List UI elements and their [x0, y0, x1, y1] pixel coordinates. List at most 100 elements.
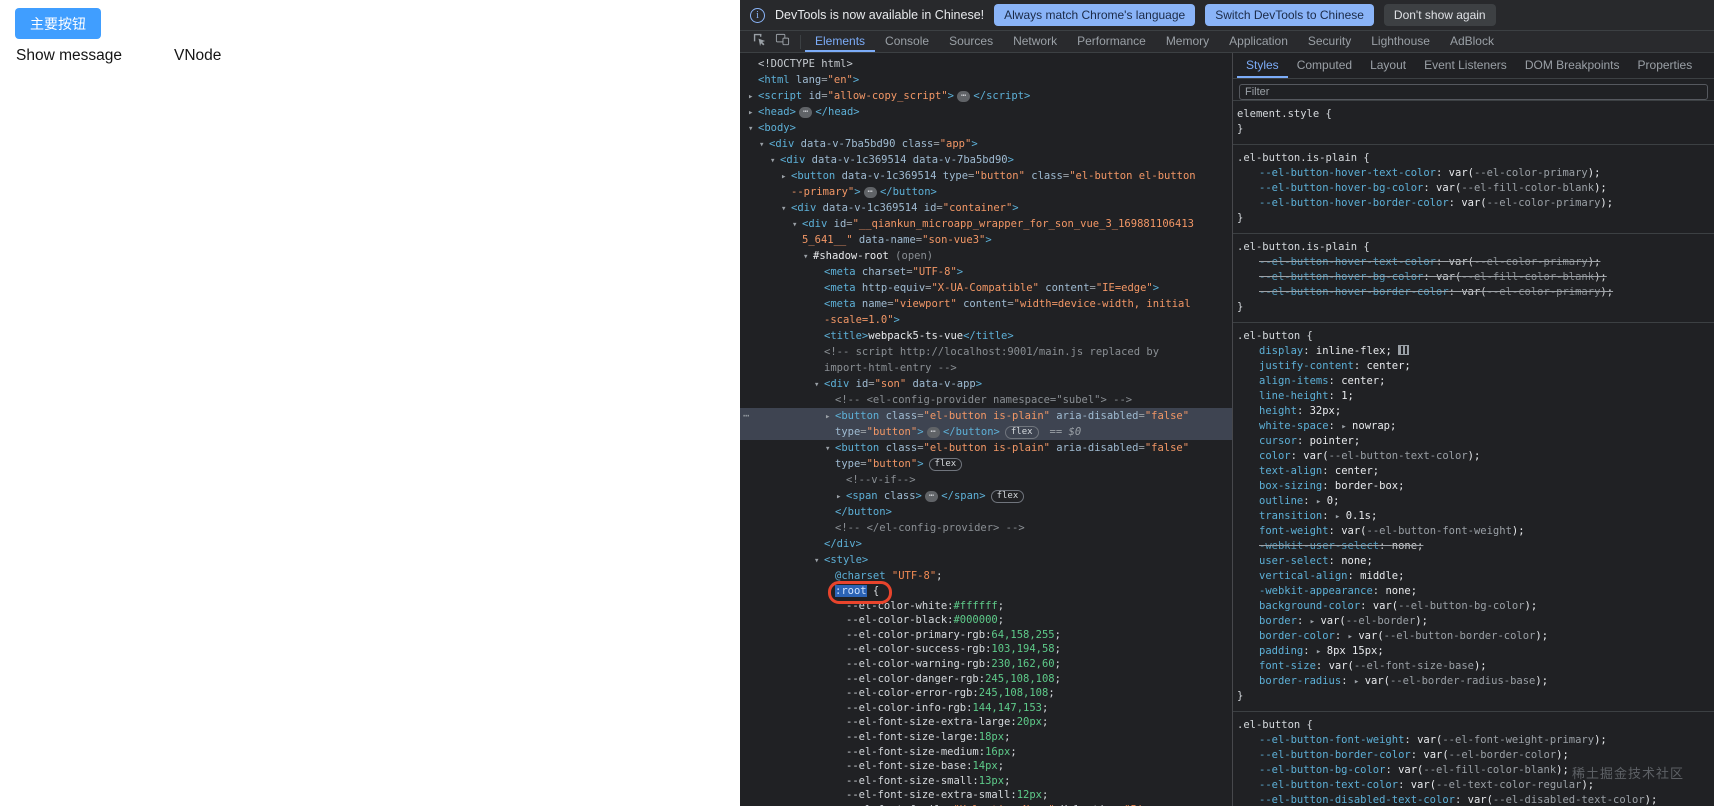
css-property[interactable]: line-height: 1; — [1233, 389, 1714, 404]
dom-tree-node[interactable]: --el-font-size-extra-small:12px; — [740, 788, 1232, 803]
dom-tree-node[interactable]: <!--v-if--> — [740, 472, 1232, 488]
rule-selector[interactable]: element.style { — [1233, 107, 1714, 122]
sidebar-tab-event-listeners[interactable]: Event Listeners — [1415, 53, 1516, 78]
expand-ellipsis-icon[interactable]: ⋯ — [957, 91, 971, 102]
css-property[interactable]: --el-button-hover-border-color: var(--el… — [1233, 196, 1714, 211]
rule-selector[interactable]: .el-button { — [1233, 329, 1714, 344]
css-property[interactable]: --el-button-disabled-text-color: var(--e… — [1233, 793, 1714, 806]
dom-tree-node[interactable]: ▾ <body> — [740, 120, 1232, 136]
expand-arrow-icon[interactable]: ▸ — [1354, 677, 1365, 687]
expand-ellipsis-icon[interactable]: ⋯ — [924, 491, 939, 502]
twisty-arrow-icon[interactable]: ▸ — [781, 169, 791, 185]
flex-badge[interactable]: flex — [928, 458, 963, 471]
show-message-button[interactable]: Show message — [16, 47, 122, 65]
sidebar-tab-computed[interactable]: Computed — [1288, 53, 1361, 78]
css-property[interactable]: vertical-align: middle; — [1233, 569, 1714, 584]
css-property[interactable]: --el-button-border-color: var(--el-borde… — [1233, 748, 1714, 763]
tab-lighthouse[interactable]: Lighthouse — [1361, 31, 1440, 52]
tab-adblock[interactable]: AdBlock — [1440, 31, 1504, 52]
dom-tree-node[interactable]: </div> — [740, 536, 1232, 552]
css-property[interactable]: text-align: center; — [1233, 464, 1714, 479]
twisty-arrow-icon[interactable]: ▾ — [770, 153, 780, 169]
twisty-arrow-icon[interactable]: ▾ — [814, 553, 824, 569]
css-property[interactable]: padding: ▸ 8px 15px; — [1233, 644, 1714, 659]
dom-tree-node[interactable]: ▾ <button class="el-button is-plain" aria… — [740, 440, 1232, 456]
dom-tree-node[interactable]: <meta charset="UTF-8"> — [740, 264, 1232, 280]
dom-tree-node[interactable]: --el-color-error-rgb:245,108,108; — [740, 686, 1232, 701]
css-property[interactable]: --el-button-hover-text-color: var(--el-c… — [1233, 255, 1714, 270]
dom-tree-node[interactable]: --el-color-danger-rgb:245,108,108; — [740, 672, 1232, 687]
dom-tree-node[interactable]: --el-color-primary-rgb:64,158,255; — [740, 628, 1232, 643]
twisty-arrow-icon[interactable]: ▾ — [825, 441, 835, 457]
dom-tree-node[interactable]: <meta http-equiv="X-UA-Compatible" conte… — [740, 280, 1232, 296]
dom-tree-node[interactable]: --el-color-success-rgb:103,194,58; — [740, 642, 1232, 657]
expand-arrow-icon[interactable]: ▸ — [1316, 497, 1327, 507]
more-actions-icon[interactable]: ⋯ — [743, 408, 749, 424]
dom-tree-node[interactable]: --el-font-size-large:18px; — [740, 730, 1232, 745]
twisty-arrow-icon[interactable]: ▾ — [803, 249, 813, 265]
css-property[interactable]: transition: ▸ 0.1s; — [1233, 509, 1714, 524]
dom-tree-node[interactable]: ▾ <div data-v-1c369514 id="container"> — [740, 200, 1232, 216]
dom-tree-node[interactable]: --el-font-size-base:14px; — [740, 759, 1232, 774]
expand-arrow-icon[interactable]: ▸ — [1341, 422, 1352, 432]
expand-arrow-icon[interactable]: ▸ — [1316, 647, 1327, 657]
css-property[interactable]: box-sizing: border-box; — [1233, 479, 1714, 494]
dom-tree-node[interactable]: --el-font-size-small:13px; — [740, 774, 1232, 789]
css-property[interactable]: outline: ▸ 0; — [1233, 494, 1714, 509]
inspect-element-icon[interactable] — [752, 32, 767, 52]
twisty-arrow-icon[interactable]: ▾ — [814, 377, 824, 393]
switch-devtools-chinese-button[interactable]: Switch DevTools to Chinese — [1205, 4, 1374, 26]
dom-tree-node[interactable]: type="button"> flex — [740, 456, 1232, 472]
css-property[interactable]: font-size: var(--el-font-size-base); — [1233, 659, 1714, 674]
tab-sources[interactable]: Sources — [939, 31, 1003, 52]
dom-tree-node[interactable]: type="button"> ⋯ </button> flex == $0 — [740, 424, 1232, 440]
css-property[interactable]: border: ▸ var(--el-border); — [1233, 614, 1714, 629]
css-property[interactable]: user-select: none; — [1233, 554, 1714, 569]
dom-tree-node[interactable]: ▸ <button data-v-1c369514 type="button" c… — [740, 168, 1232, 184]
dom-tree-node[interactable]: <!-- <el-config-provider namespace="sube… — [740, 392, 1232, 408]
dom-tree-node[interactable]: <title>webpack5-ts-vue</title> — [740, 328, 1232, 344]
dom-tree-node[interactable]: --el-color-info-rgb:144,147,153; — [740, 701, 1232, 716]
dom-tree-node[interactable]: --el-color-black:#000000; — [740, 613, 1232, 628]
dom-tree-node[interactable]: ▸ <script id="allow-copy_script"> ⋯ </scrip… — [740, 88, 1232, 104]
rule-selector[interactable]: .el-button.is-plain { — [1233, 151, 1714, 166]
css-property[interactable]: --el-button-hover-bg-color: var(--el-fil… — [1233, 270, 1714, 285]
css-property[interactable]: align-items: center; — [1233, 374, 1714, 389]
dom-tree-node[interactable]: --el-font-size-medium:16px; — [740, 745, 1232, 760]
twisty-arrow-icon[interactable]: ▸ — [748, 105, 758, 121]
tab-memory[interactable]: Memory — [1156, 31, 1219, 52]
rule-selector[interactable]: .el-button { — [1233, 718, 1714, 733]
twisty-arrow-icon[interactable]: ▸ — [825, 409, 835, 425]
sidebar-tab-dom-breakpoints[interactable]: DOM Breakpoints — [1516, 53, 1629, 78]
twisty-arrow-icon[interactable]: ▾ — [748, 121, 758, 137]
styles-filter-input[interactable] — [1239, 84, 1708, 100]
css-property[interactable]: --el-button-hover-border-color: var(--el… — [1233, 285, 1714, 300]
dom-tree-node[interactable]: <!-- script http://localhost:9001/main.j… — [740, 344, 1232, 360]
sidebar-tab-properties[interactable]: Properties — [1629, 53, 1702, 78]
dom-tree-node[interactable]: --el-color-white:#ffffff; — [740, 599, 1232, 614]
vnode-button[interactable]: VNode — [174, 47, 221, 65]
css-property[interactable]: color: var(--el-button-text-color); — [1233, 449, 1714, 464]
tab-security[interactable]: Security — [1298, 31, 1361, 52]
twisty-arrow-icon[interactable]: ▸ — [836, 489, 846, 505]
dom-tree-node[interactable]: ▾ <div data-v-7ba5bd90 class="app"> — [740, 136, 1232, 152]
css-property[interactable]: display: inline-flex; — [1233, 344, 1714, 359]
css-property[interactable]: --el-button-hover-text-color: var(--el-c… — [1233, 166, 1714, 181]
css-property[interactable]: border-radius: ▸ var(--el-border-radius-… — [1233, 674, 1714, 689]
dom-tree-node[interactable]: <!DOCTYPE html> — [740, 56, 1232, 72]
twisty-arrow-icon[interactable]: ▾ — [759, 137, 769, 153]
dom-tree-node[interactable]: import-html-entry --> — [740, 360, 1232, 376]
twisty-arrow-icon[interactable]: ▾ — [792, 217, 802, 233]
css-property[interactable]: --el-button-font-weight: var(--el-font-w… — [1233, 733, 1714, 748]
always-match-language-button[interactable]: Always match Chrome's language — [994, 4, 1196, 26]
rule-selector[interactable]: .el-button.is-plain { — [1233, 240, 1714, 255]
tab-elements[interactable]: Elements — [805, 31, 875, 52]
dom-tree-node[interactable]: 5_641__" data-name="son-vue3"> — [740, 232, 1232, 248]
css-property[interactable]: font-weight: var(--el-button-font-weight… — [1233, 524, 1714, 539]
flex-editor-icon[interactable] — [1397, 345, 1409, 355]
dom-tree-node[interactable]: :root { — [740, 584, 1232, 599]
flex-badge[interactable]: flex — [1004, 426, 1039, 439]
css-property[interactable]: border-color: ▸ var(--el-button-border-c… — [1233, 629, 1714, 644]
dom-tree-node[interactable]: ▾ <div id="__qiankun_microapp_wrapper_for… — [740, 216, 1232, 232]
expand-arrow-icon[interactable]: ▸ — [1335, 512, 1346, 522]
